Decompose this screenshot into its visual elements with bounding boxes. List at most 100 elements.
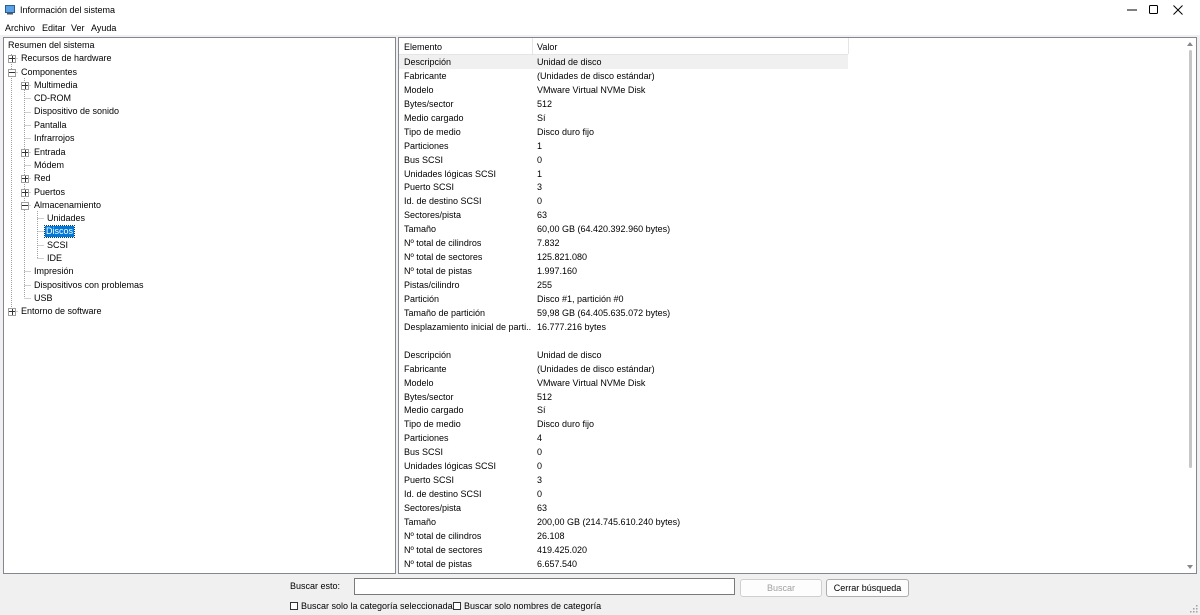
resize-grip-icon[interactable] bbox=[1188, 603, 1198, 613]
row-value-cell: 512 bbox=[537, 391, 553, 402]
table-row[interactable]: Particiones 1 bbox=[399, 139, 1179, 153]
vertical-scrollbar[interactable] bbox=[1184, 38, 1196, 573]
tree-item-unidades[interactable]: Unidades bbox=[46, 213, 86, 224]
table-row[interactable]: Medio cargado Sí bbox=[399, 403, 1179, 417]
table-row[interactable]: Id. de destino SCSI 0 bbox=[399, 194, 1179, 208]
row-item-cell: Descripción bbox=[404, 57, 452, 67]
table-row[interactable]: Tamaño de partición 59,98 GB (64.405.635.… bbox=[399, 306, 1179, 320]
table-row[interactable]: Unidades lógicas SCSI 0 bbox=[399, 459, 1179, 473]
row-value-cell: Unidad de disco bbox=[537, 57, 602, 67]
table-row[interactable]: Fabricante (Unidades de disco estándar) bbox=[399, 362, 1179, 376]
tree-item-modem[interactable]: Módem bbox=[33, 160, 65, 171]
tree-item-almacenamiento[interactable]: Almacenamiento bbox=[33, 200, 102, 211]
details-list[interactable]: Elemento Valor Descripción Unidad de disc… bbox=[398, 37, 1197, 574]
close-button[interactable] bbox=[1156, 0, 1200, 20]
expand-icon[interactable] bbox=[8, 55, 16, 63]
category-tree[interactable]: Resumen del sistema Recursos de hardware… bbox=[3, 37, 396, 574]
tree-item-puertos[interactable]: Puertos bbox=[33, 187, 66, 198]
checkbox-box[interactable] bbox=[290, 602, 298, 610]
only-category-names-checkbox[interactable]: Buscar solo nombres de categoría bbox=[453, 601, 601, 611]
row-value-cell: 16.777.216 bytes bbox=[537, 321, 607, 332]
table-row[interactable]: Nº total de sectores 419.425.020 bbox=[399, 543, 1179, 557]
table-row[interactable]: Puerto SCSI 3 bbox=[399, 473, 1179, 487]
scrollbar-thumb[interactable] bbox=[1189, 50, 1192, 468]
table-row[interactable]: Sectores/pista 63 bbox=[399, 501, 1179, 515]
tree-item-impresion[interactable]: Impresión bbox=[33, 266, 75, 277]
scroll-up-arrow-icon[interactable] bbox=[1187, 42, 1193, 46]
table-row[interactable]: Bus SCSI 0 bbox=[399, 445, 1179, 459]
menu-archivo[interactable]: Archivo bbox=[5, 23, 35, 33]
column-header-elemento[interactable]: Elemento bbox=[404, 42, 442, 52]
table-row[interactable]: Tipo de medio Disco duro fijo bbox=[399, 417, 1179, 431]
table-row[interactable]: Modelo VMware Virtual NVMe Disk bbox=[399, 376, 1179, 390]
table-row[interactable]: Puerto SCSI 3 bbox=[399, 180, 1179, 194]
tree-item-cdrom[interactable]: CD-ROM bbox=[33, 93, 72, 104]
collapse-icon[interactable] bbox=[8, 69, 16, 77]
row-item-cell: Id. de destino SCSI bbox=[404, 196, 482, 207]
tree-item-infrarrojos[interactable]: Infrarrojos bbox=[33, 133, 76, 144]
table-row[interactable]: Modelo VMware Virtual NVMe Disk bbox=[399, 83, 1179, 97]
tree-item-entorno-software[interactable]: Entorno de software bbox=[20, 306, 103, 317]
expand-icon[interactable] bbox=[8, 308, 16, 316]
expand-icon[interactable] bbox=[21, 175, 29, 183]
tree-item-resumen[interactable]: Resumen del sistema bbox=[7, 40, 96, 51]
table-row[interactable]: Tamaño 60,00 GB (64.420.392.960 bytes) bbox=[399, 222, 1179, 236]
table-row[interactable]: Tamaño 200,00 GB (214.745.610.240 bytes) bbox=[399, 515, 1179, 529]
tree-item-multimedia[interactable]: Multimedia bbox=[33, 80, 79, 91]
column-header-valor[interactable]: Valor bbox=[537, 42, 557, 52]
table-row[interactable]: Partición Disco #1, partición #0 bbox=[399, 292, 1179, 306]
tree-item-red[interactable]: Red bbox=[33, 173, 52, 184]
row-value-cell: Disco duro fijo bbox=[537, 126, 595, 137]
row-item-cell: Unidades lógicas SCSI bbox=[404, 168, 497, 179]
column-divider[interactable] bbox=[848, 38, 849, 54]
tree-item-entrada[interactable]: Entrada bbox=[33, 147, 67, 158]
table-row[interactable]: Bytes/sector 512 bbox=[399, 390, 1179, 404]
tree-item-discos[interactable]: Discos bbox=[43, 225, 76, 238]
menu-ayuda[interactable]: Ayuda bbox=[91, 23, 116, 33]
table-row[interactable]: Fabricante (Unidades de disco estándar) bbox=[399, 69, 1179, 83]
tree-item-pantalla[interactable]: Pantalla bbox=[33, 120, 68, 131]
table-row[interactable]: Descripción Unidad de disco bbox=[399, 55, 848, 69]
table-row[interactable]: Tipo de medio Disco duro fijo bbox=[399, 125, 1179, 139]
find-button[interactable]: Buscar bbox=[740, 579, 822, 597]
table-row[interactable]: Bus SCSI 0 bbox=[399, 153, 1179, 167]
table-row[interactable]: Unidades lógicas SCSI 1 bbox=[399, 167, 1179, 181]
table-row[interactable]: Desplazamiento inicial de parti... 16.777… bbox=[399, 320, 1179, 334]
expand-icon[interactable] bbox=[21, 82, 29, 90]
table-row[interactable]: Particiones 4 bbox=[399, 431, 1179, 445]
tree-item-usb[interactable]: USB bbox=[33, 293, 54, 304]
row-item-cell: Sectores/pista bbox=[404, 503, 462, 513]
column-divider[interactable] bbox=[532, 38, 533, 54]
table-row[interactable]: Sectores/pista 63 bbox=[399, 208, 1179, 222]
scroll-down-arrow-icon[interactable] bbox=[1187, 565, 1193, 569]
table-row[interactable] bbox=[399, 334, 1179, 348]
table-row[interactable]: Pistas/cilindro 255 bbox=[399, 278, 1179, 292]
table-row[interactable]: Bytes/sector 512 bbox=[399, 97, 1179, 111]
tree-item-recursos-hardware[interactable]: Recursos de hardware bbox=[20, 53, 113, 64]
only-selected-category-checkbox[interactable]: Buscar solo la categoría seleccionada bbox=[290, 601, 453, 611]
row-value-cell: 63 bbox=[537, 503, 548, 513]
search-input[interactable] bbox=[354, 578, 735, 595]
tree-item-dispositivos-problemas[interactable]: Dispositivos con problemas bbox=[33, 280, 145, 291]
table-row[interactable]: Descripción Unidad de disco bbox=[399, 348, 1179, 362]
table-row[interactable]: Nº total de cilindros 26.108 bbox=[399, 529, 1179, 543]
menu-ver[interactable]: Ver bbox=[71, 23, 85, 33]
tree-item-scsi[interactable]: SCSI bbox=[46, 240, 69, 251]
close-find-button[interactable]: Cerrar búsqueda bbox=[826, 579, 909, 597]
row-value-cell: Disco duro fijo bbox=[537, 419, 595, 430]
table-row[interactable]: Nº total de cilindros 7.832 bbox=[399, 236, 1179, 250]
table-row[interactable]: Medio cargado Sí bbox=[399, 111, 1179, 125]
expand-icon[interactable] bbox=[21, 149, 29, 157]
table-row[interactable]: Nº total de pistas 6.657.540 bbox=[399, 557, 1179, 571]
tree-item-sonido[interactable]: Dispositivo de sonido bbox=[33, 106, 120, 117]
table-row[interactable]: Nº total de pistas 1.997.160 bbox=[399, 264, 1179, 278]
table-row[interactable]: Id. de destino SCSI 0 bbox=[399, 487, 1179, 501]
table-row[interactable]: Nº total de sectores 125.821.080 bbox=[399, 250, 1179, 264]
tree-item-ide[interactable]: IDE bbox=[46, 253, 63, 264]
tree-item-componentes[interactable]: Componentes bbox=[20, 67, 78, 78]
row-item-cell: Tipo de medio bbox=[404, 419, 461, 430]
checkbox-box[interactable] bbox=[453, 602, 461, 610]
expand-icon[interactable] bbox=[21, 189, 29, 197]
collapse-icon[interactable] bbox=[21, 202, 29, 210]
menu-editar[interactable]: Editar bbox=[42, 23, 66, 33]
